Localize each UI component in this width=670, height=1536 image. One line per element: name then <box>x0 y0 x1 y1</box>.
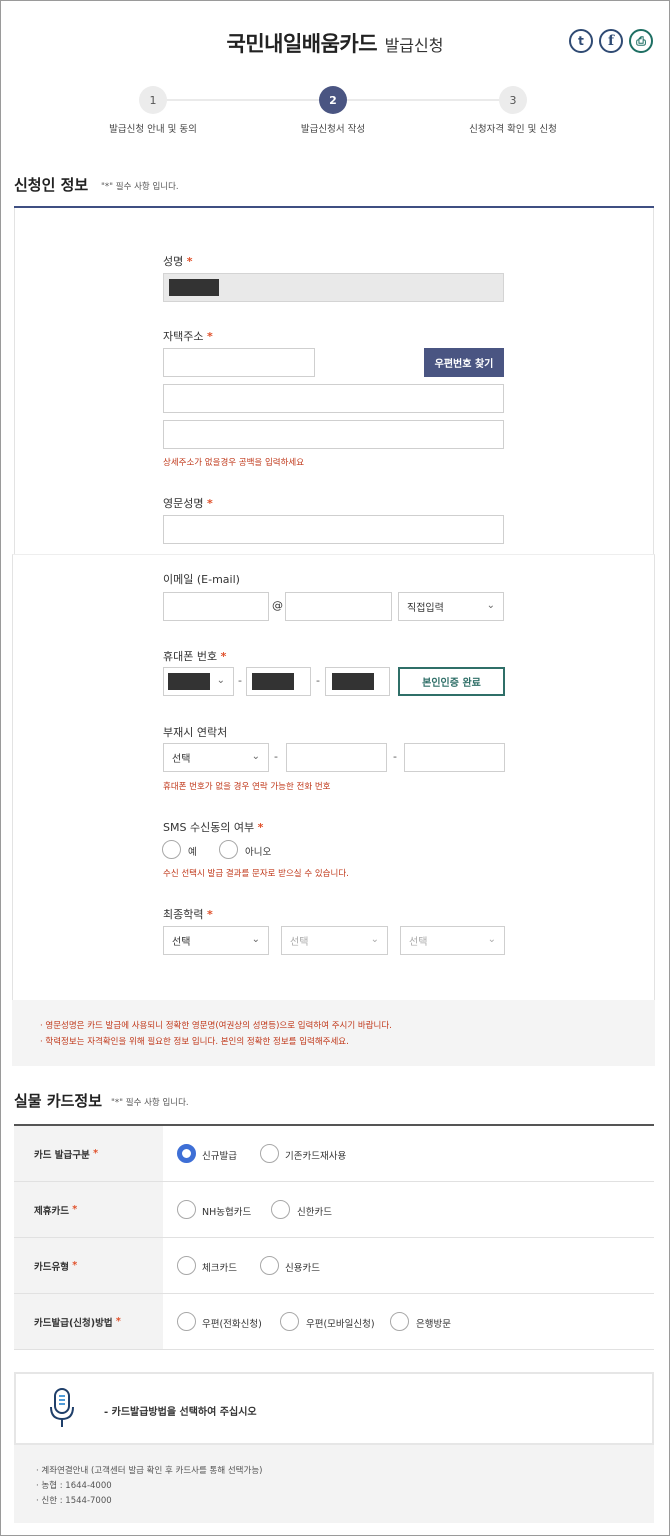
address-detail-field[interactable] <box>163 420 504 449</box>
shinhan-card-label: 신한카드 <box>297 1207 332 1218</box>
card-issue-type-row: 카드 발급구분 * 신규발급 기존카드재사용 <box>14 1126 654 1182</box>
alt-phone-hint: 휴대폰 번호가 없을 경우 연락 가능한 전화 번호 <box>163 782 331 792</box>
education-select-school[interactable]: 선택 ⌄ <box>281 926 388 955</box>
notice-education: · 학력정보는 자격확인을 위해 필요한 정보 입니다. 본인의 정확한 정보를… <box>40 1037 349 1047</box>
shinhan-phone-line: · 신한 : 1544-7000 <box>36 1496 112 1506</box>
verify-complete-button[interactable]: 본인인증 완료 <box>398 667 505 696</box>
step-3-label: 신청자격 확인 및 신청 <box>469 124 557 135</box>
new-issue-label: 신규발급 <box>202 1151 237 1162</box>
alt-phone-prefix-select[interactable]: 선택 ⌄ <box>163 743 269 772</box>
step-2-circle: 2 <box>319 86 347 114</box>
dash: - <box>393 750 397 763</box>
reuse-card-label: 기존카드재사용 <box>285 1151 347 1162</box>
redacted-name <box>169 279 219 296</box>
microphone-icon <box>50 1388 74 1427</box>
page-title-main: 국민내일배움카드 <box>226 32 378 56</box>
applicant-form-box <box>14 208 654 554</box>
postcode-search-button[interactable]: 우편번호 찾기 <box>424 348 504 377</box>
education-label: 최종학력 * <box>163 908 213 921</box>
account-info-line: · 계좌연결안내 (고객센터 발급 확인 후 카드사를 통해 선택가능) <box>36 1466 263 1476</box>
issue-method-label: 카드발급(신청)방법 * <box>14 1294 163 1349</box>
nh-card-label: NH농협카드 <box>202 1207 252 1218</box>
mail-phone-radio[interactable] <box>177 1312 196 1331</box>
guide-box: - 카드발급방법을 선택하여 주십시오 <box>14 1372 654 1445</box>
reuse-card-radio[interactable] <box>260 1144 279 1163</box>
address-label: 자택주소 * <box>163 330 213 343</box>
account-info-box: · 계좌연결안내 (고객센터 발급 확인 후 카드사를 통해 선택가능) · 농… <box>14 1445 654 1523</box>
facebook-share-icon[interactable]: f <box>599 29 623 53</box>
postcode-field[interactable] <box>163 348 315 377</box>
partner-card-row: 제휴카드 * NH농협카드 신한카드 <box>14 1182 654 1238</box>
required-note: "*" 필수 사항 입니다. <box>101 182 179 192</box>
check-card-label: 체크카드 <box>202 1263 237 1274</box>
email-at-sign: @ <box>272 599 283 612</box>
mobile-label: 휴대폰 번호 * <box>163 650 227 663</box>
step-3-circle: 3 <box>499 86 527 114</box>
partner-card-label: 제휴카드 * <box>14 1182 163 1237</box>
redacted-mobile-last <box>332 673 374 690</box>
sms-yes-radio[interactable] <box>162 840 181 859</box>
chevron-down-icon: ⌄ <box>486 600 495 611</box>
page-title-sub: 발급신청 <box>384 36 444 55</box>
education-select-level[interactable]: 선택 ⌄ <box>163 926 269 955</box>
check-card-radio[interactable] <box>177 1256 196 1275</box>
english-name-field[interactable] <box>163 515 504 544</box>
step-2-label: 발급신청서 작성 <box>300 124 366 135</box>
card-type-label: 카드유형 * <box>14 1238 163 1293</box>
step-1-label: 발급신청 안내 및 동의 <box>109 124 197 135</box>
applicant-section-title: 신청인 정보 <box>14 176 89 194</box>
notice-box: · 영문성명은 카드 발급에 사용되니 정확한 영문명(여권상의 성명등)으로 … <box>12 1000 655 1066</box>
shinhan-card-radio[interactable] <box>271 1200 290 1219</box>
sms-label: SMS 수신동의 여부 * <box>163 821 264 834</box>
mail-mobile-label: 우편(모바일신청) <box>306 1319 375 1330</box>
step-1-circle: 1 <box>139 86 167 114</box>
new-issue-radio[interactable] <box>177 1144 196 1163</box>
bank-visit-radio[interactable] <box>390 1312 409 1331</box>
credit-card-radio[interactable] <box>260 1256 279 1275</box>
mail-mobile-radio[interactable] <box>280 1312 299 1331</box>
print-icon[interactable]: ⎙ <box>629 29 653 53</box>
card-required-note: "*" 필수 사항 입니다. <box>111 1098 189 1108</box>
alt-phone-middle-field[interactable] <box>286 743 387 772</box>
email-label: 이메일 (E-mail) <box>163 573 240 586</box>
sms-no-label: 아니오 <box>245 847 272 858</box>
address-hint: 상세주소가 없을경우 공백을 입력하세요 <box>163 458 305 468</box>
issue-method-row: 카드발급(신청)방법 * 우편(전화신청) 우편(모바일신청) 은행방문 <box>14 1294 654 1350</box>
address-field[interactable] <box>163 384 504 413</box>
card-issue-type-label: 카드 발급구분 * <box>14 1126 163 1181</box>
chevron-down-icon: ⌄ <box>216 675 225 686</box>
nh-phone-line: · 농협 : 1644-4000 <box>36 1481 112 1491</box>
sms-hint: 수신 선택시 발급 결과를 문자로 받으실 수 있습니다. <box>163 869 349 879</box>
dash: - <box>274 750 278 763</box>
mail-phone-label: 우편(전화신청) <box>202 1319 262 1330</box>
redacted-mobile-middle <box>252 673 294 690</box>
name-label: 성명 * <box>163 255 193 268</box>
card-type-row: 카드유형 * 체크카드 신용카드 <box>14 1238 654 1294</box>
english-name-label: 영문성명 * <box>163 497 213 510</box>
alt-phone-label: 부재시 연락처 <box>163 726 228 739</box>
alt-phone-last-field[interactable] <box>404 743 505 772</box>
card-info-section-title: 실물 카드정보 <box>14 1092 103 1110</box>
notice-english-name: · 영문성명은 카드 발급에 사용되니 정확한 영문명(여권상의 성명등)으로 … <box>40 1021 392 1031</box>
redacted-mobile-prefix <box>168 673 210 690</box>
email-domain-select[interactable]: 직접입력 ⌄ <box>398 592 504 621</box>
credit-card-label: 신용카드 <box>285 1263 320 1274</box>
chevron-down-icon: ⌄ <box>487 934 496 945</box>
email-id-field[interactable] <box>163 592 269 621</box>
twitter-share-icon[interactable]: t <box>569 29 593 53</box>
dash: - <box>238 674 242 687</box>
dash: - <box>316 674 320 687</box>
guide-message: - 카드발급방법을 선택하여 주십시오 <box>104 1407 257 1418</box>
chevron-down-icon: ⌄ <box>251 934 260 945</box>
bank-visit-label: 은행방문 <box>416 1319 451 1330</box>
sms-no-radio[interactable] <box>219 840 238 859</box>
nh-card-radio[interactable] <box>177 1200 196 1219</box>
chevron-down-icon: ⌄ <box>251 751 260 762</box>
education-select-status[interactable]: 선택 ⌄ <box>400 926 505 955</box>
chevron-down-icon: ⌄ <box>370 934 379 945</box>
sms-yes-label: 예 <box>188 847 197 858</box>
email-domain-field[interactable] <box>285 592 392 621</box>
